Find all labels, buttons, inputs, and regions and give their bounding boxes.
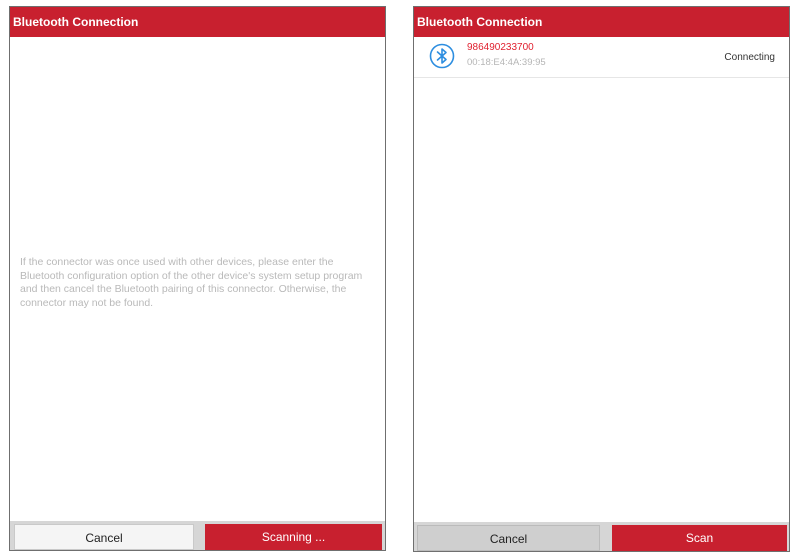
bluetooth-icon [429, 43, 455, 69]
page-title: Bluetooth Connection [10, 7, 385, 37]
device-mac-address: 00:18:E4:4A:39:95 [467, 57, 546, 68]
bluetooth-device-list-screen: Bluetooth Connection 986490233700 00:18:… [413, 6, 790, 552]
button-bar: Cancel Scan [414, 522, 789, 551]
connector-hint-message: If the connector was once used with othe… [20, 256, 363, 309]
device-list-item[interactable]: 986490233700 00:18:E4:4A:39:95 Connectin… [414, 37, 789, 78]
scanning-button[interactable]: Scanning ... [205, 524, 382, 550]
device-name: 986490233700 [467, 42, 534, 53]
cancel-button[interactable]: Cancel [14, 524, 194, 550]
scan-button[interactable]: Scan [612, 525, 787, 551]
button-bar: Cancel Scanning ... [10, 521, 385, 550]
page-title: Bluetooth Connection [414, 7, 789, 37]
bluetooth-scanning-screen: Bluetooth Connection If the connector wa… [9, 6, 386, 551]
connection-status: Connecting [724, 52, 775, 63]
cancel-button[interactable]: Cancel [417, 525, 600, 551]
